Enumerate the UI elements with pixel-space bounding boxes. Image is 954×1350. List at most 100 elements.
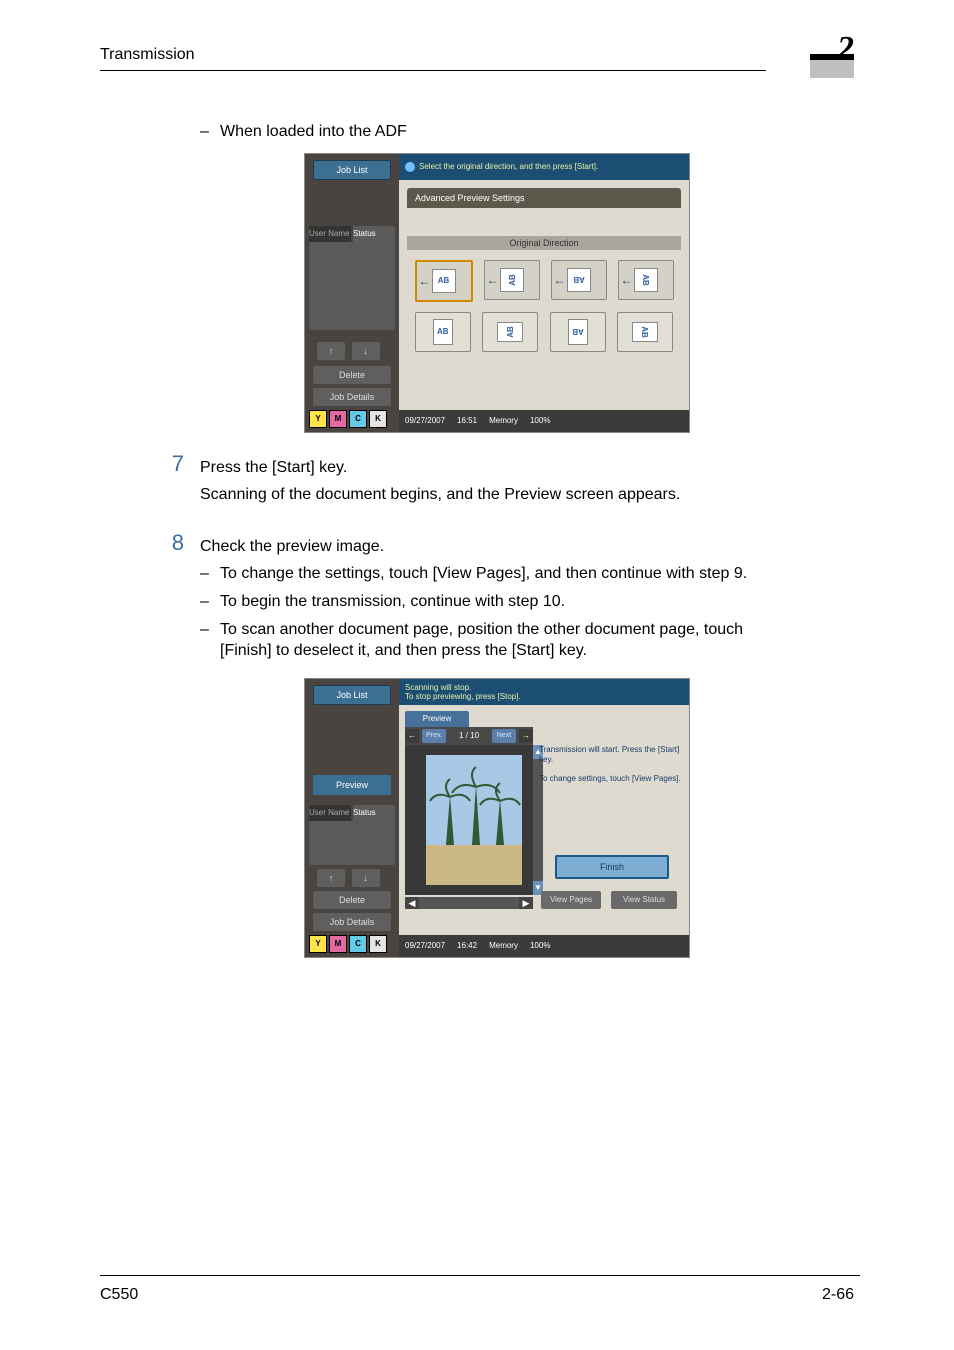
delete-button[interactable]: Delete xyxy=(313,891,391,909)
preview-thumbnail-area: ▲ ▼ xyxy=(405,745,543,895)
step-8-bullet-1-text: To change the settings, touch [View Page… xyxy=(220,563,790,585)
page-icon: AB xyxy=(500,268,524,292)
scroll-left-icon[interactable]: ◀ xyxy=(405,897,419,909)
feed-arrow-icon: ← xyxy=(487,273,499,287)
toner-indicators: Y M C K xyxy=(309,410,387,428)
preview-msg-2: To change settings, touch [View Pages]. xyxy=(539,774,683,784)
view-pages-button[interactable]: View Pages xyxy=(541,891,601,909)
direction-glass-landscape-right[interactable]: AB xyxy=(617,312,673,352)
direction-glass-portrait-down[interactable]: AB xyxy=(550,312,606,352)
direction-adf-landscape-right[interactable]: ←AB xyxy=(618,260,674,300)
list-up-arrow[interactable]: ↑ xyxy=(317,342,345,360)
preview-thumbnail xyxy=(426,755,522,885)
panel2-instruction-text: Scanning will stop. To stop previewing, … xyxy=(405,683,521,701)
tab-status[interactable]: Status xyxy=(353,226,395,242)
preview-msg-1: Transmission will start. Press the [Star… xyxy=(539,745,683,766)
dash: – xyxy=(200,591,220,613)
page-icon: AB xyxy=(632,322,658,342)
toner-k-icon: K xyxy=(369,935,387,953)
direction-adf-landscape-left[interactable]: ←AB xyxy=(484,260,540,300)
toner-c-icon: C xyxy=(349,935,367,953)
status-time: 16:51 xyxy=(457,416,477,425)
step-8-bullet-3-text: To scan another document page, position … xyxy=(220,619,790,662)
list-down-arrow[interactable]: ↓ xyxy=(352,869,380,887)
thumb-horizontal-scrollbar[interactable]: ◀ ▶ xyxy=(405,897,533,909)
panel1-instruction-text: Select the original direction, and then … xyxy=(419,162,598,171)
preview-button[interactable]: Preview xyxy=(313,775,391,795)
dash: – xyxy=(200,121,220,143)
direction-adf-portrait-down[interactable]: ←AB xyxy=(551,260,607,300)
page-total: 10 xyxy=(470,731,479,740)
feed-arrow-icon: ← xyxy=(554,273,566,287)
direction-glass-landscape-left[interactable]: AB xyxy=(482,312,538,352)
touchscreen-preview: Job List Preview User Name Status ↑ ↓ De… xyxy=(304,678,690,958)
preview-tab[interactable]: Preview xyxy=(405,711,469,727)
panel1-statusbar: 09/27/2007 16:51 Memory 100% xyxy=(399,410,689,432)
footer-page: 2-66 xyxy=(822,1286,854,1304)
prev-page-button[interactable]: Prev. Page xyxy=(422,729,446,743)
job-list-button[interactable]: Job List xyxy=(313,160,391,180)
job-list-area xyxy=(309,242,395,330)
tab-user-name[interactable]: User Name xyxy=(309,226,351,242)
body: – When loaded into the ADF Job List User… xyxy=(200,115,790,968)
page-icon: AB xyxy=(567,268,591,292)
toner-y-icon: Y xyxy=(309,410,327,428)
step-7-text-2: Scanning of the document begins, and the… xyxy=(200,484,790,506)
finish-button[interactable]: Finish xyxy=(555,855,669,879)
step-8-bullet-2-text: To begin the transmission, continue with… xyxy=(220,591,790,613)
status-mem: 100% xyxy=(530,941,550,950)
status-date: 09/27/2007 xyxy=(405,416,445,425)
dash: – xyxy=(200,563,220,585)
status-date: 09/27/2007 xyxy=(405,941,445,950)
list-up-arrow[interactable]: ↑ xyxy=(317,869,345,887)
status-mem: 100% xyxy=(530,416,550,425)
page-current: 1 xyxy=(459,731,463,740)
page-sep: / xyxy=(466,731,468,740)
header-rule xyxy=(100,70,766,71)
dash: – xyxy=(200,619,220,662)
tab-status[interactable]: Status xyxy=(353,805,395,821)
adf-bullet: – When loaded into the ADF xyxy=(200,121,790,143)
advanced-preview-settings[interactable]: Advanced Preview Settings xyxy=(407,188,681,208)
pager-left-icon[interactable]: ← xyxy=(405,729,419,743)
adf-bullet-text: When loaded into the ADF xyxy=(220,121,790,143)
toner-k-icon: K xyxy=(369,410,387,428)
palm-tree-image-icon xyxy=(426,755,522,885)
info-icon xyxy=(405,162,415,172)
status-mem-label: Memory xyxy=(489,416,518,425)
toner-indicators: Y M C K xyxy=(309,935,387,953)
tab-user-name[interactable]: User Name xyxy=(309,805,351,821)
step-8-text-1: Check the preview image. xyxy=(200,536,790,558)
panel1-sidebar: Job List User Name Status ↑ ↓ Delete Job… xyxy=(305,154,399,432)
next-page-button[interactable]: Next Page xyxy=(492,729,516,743)
job-list-area xyxy=(309,821,395,865)
delete-button[interactable]: Delete xyxy=(313,366,391,384)
scroll-right-icon[interactable]: ▶ xyxy=(519,897,533,909)
feed-arrow-icon: ← xyxy=(621,273,633,287)
step-8-bullet-1: – To change the settings, touch [View Pa… xyxy=(200,563,790,585)
footer-rule xyxy=(100,1275,860,1276)
list-down-arrow[interactable]: ↓ xyxy=(352,342,380,360)
page-icon: AB xyxy=(433,319,453,345)
panel2-statusbar: 09/27/2007 16:42 Memory 100% xyxy=(399,935,689,957)
toner-c-icon: C xyxy=(349,410,367,428)
step-7-text-1: Press the [Start] key. xyxy=(200,457,790,479)
direction-adf-portrait-up[interactable]: ←AB xyxy=(415,260,473,302)
step-8-number: 8 xyxy=(154,530,184,556)
view-status-button[interactable]: View Status xyxy=(611,891,677,909)
toner-y-icon: Y xyxy=(309,935,327,953)
job-details-button[interactable]: Job Details xyxy=(313,913,391,931)
scroll-track[interactable] xyxy=(419,897,519,909)
panel2-content: Preview ← Prev. Page 1 / 10 Next Page → xyxy=(399,705,689,935)
header-title: Transmission xyxy=(100,46,195,64)
pager-right-icon[interactable]: → xyxy=(519,729,533,743)
job-list-button[interactable]: Job List xyxy=(313,685,391,705)
direction-glass-portrait-up[interactable]: AB xyxy=(415,312,471,352)
page-icon: AB xyxy=(568,319,588,345)
toner-m-icon: M xyxy=(329,935,347,953)
panel2-sidebar: Job List Preview User Name Status ↑ ↓ De… xyxy=(305,679,399,957)
step-7-number: 7 xyxy=(154,451,184,477)
job-details-button[interactable]: Job Details xyxy=(313,388,391,406)
step-8-bullet-2: – To begin the transmission, continue wi… xyxy=(200,591,790,613)
feed-arrow-icon: ← xyxy=(419,274,431,288)
